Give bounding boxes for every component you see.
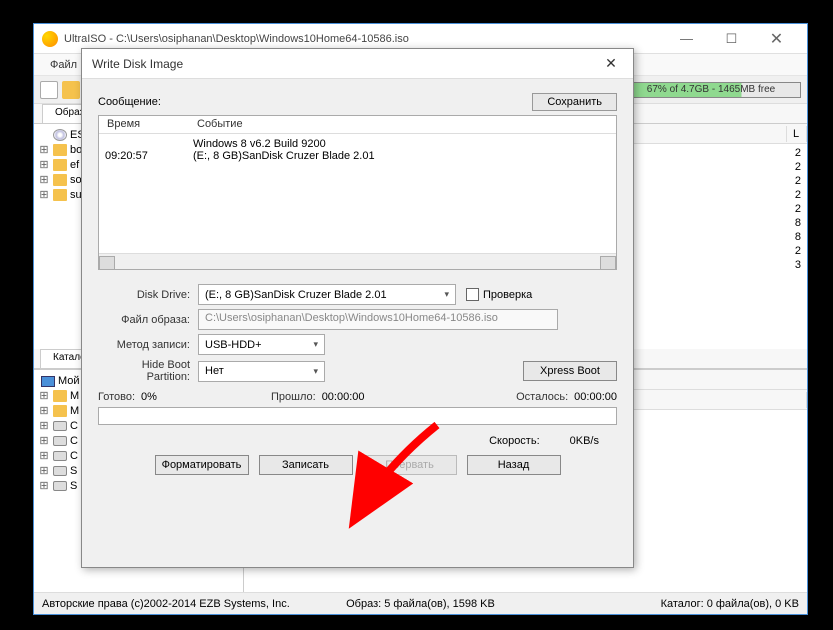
open-file-icon[interactable] (62, 81, 80, 99)
folder-icon (53, 144, 67, 156)
scrollbar[interactable] (99, 253, 616, 269)
close-icon[interactable]: ✕ (599, 55, 623, 72)
minimize-icon[interactable]: — (664, 25, 709, 53)
folder-icon (53, 405, 67, 417)
chevron-down-icon: ▾ (313, 366, 318, 377)
dialog-title: Write Disk Image (92, 57, 599, 71)
app-icon (42, 31, 58, 47)
folder-icon (53, 390, 67, 402)
maximize-icon[interactable]: ☐ (709, 25, 754, 53)
disc-icon (53, 129, 67, 141)
window-title: UltraISO - C:\Users\osiphanan\Desktop\Wi… (64, 33, 664, 45)
drive-icon (53, 451, 67, 461)
disk-usage-bar: 67% of 4.7GB - 1465MB free (621, 82, 801, 98)
drive-icon (53, 466, 67, 476)
drive-icon (53, 421, 67, 431)
drive-icon (53, 436, 67, 446)
chevron-down-icon: ▾ (444, 289, 449, 300)
disk-drive-select[interactable]: (E:, 8 GB)SanDisk Cruzer Blade 2.01▾ (198, 284, 456, 305)
xpress-boot-button[interactable]: Xpress Boot (523, 361, 617, 381)
folder-icon (53, 189, 67, 201)
abort-button: Прервать (363, 455, 457, 475)
folder-icon (53, 159, 67, 171)
computer-icon (41, 376, 55, 387)
drive-icon (53, 481, 67, 491)
log-box: Время Событие Windows 8 v6.2 Build 9200 … (98, 115, 617, 270)
log-col-event: Событие (189, 116, 251, 133)
close-icon[interactable]: ✕ (754, 25, 799, 53)
folder-icon (53, 174, 67, 186)
write-method-select[interactable]: USB-HDD+▾ (198, 334, 325, 355)
format-button[interactable]: Форматировать (155, 455, 249, 475)
write-disk-dialog: Write Disk Image ✕ Сообщение: Сохранить … (81, 48, 634, 568)
log-col-time: Время (99, 116, 189, 133)
hide-boot-select[interactable]: Нет▾ (198, 361, 325, 382)
new-file-icon[interactable] (40, 81, 58, 99)
message-label: Сообщение: (98, 96, 161, 108)
progress-bar (98, 407, 617, 425)
chevron-down-icon: ▾ (313, 339, 318, 350)
save-button[interactable]: Сохранить (532, 93, 617, 111)
write-button[interactable]: Записать (259, 455, 353, 475)
back-button[interactable]: Назад (467, 455, 561, 475)
image-file-field: C:\Users\osiphanan\Desktop\Windows10Home… (198, 309, 558, 330)
menu-file[interactable]: Файл (42, 57, 85, 73)
statusbar: Авторские права (c)2002-2014 EZB Systems… (34, 592, 807, 614)
verify-checkbox[interactable]: Проверка (466, 288, 532, 301)
